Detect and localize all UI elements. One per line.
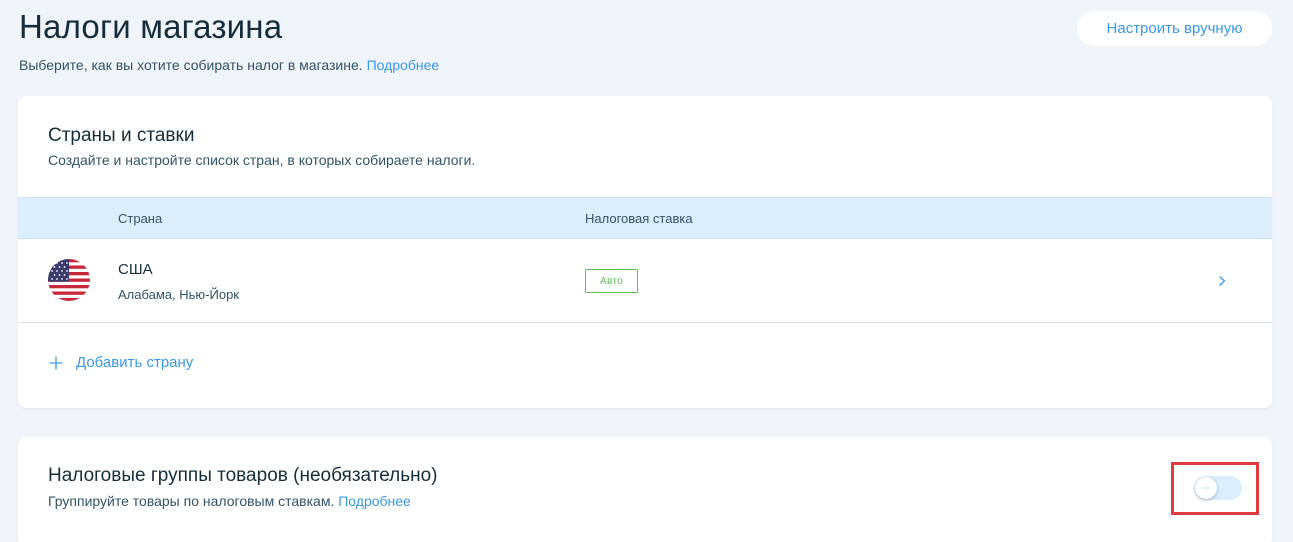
page-title: Налоги магазина — [19, 8, 283, 45]
tax-rate-badge: Авто — [585, 269, 638, 293]
knob-line — [1202, 487, 1210, 489]
column-header-country: Страна — [118, 211, 163, 226]
add-country-label: Добавить страну — [76, 354, 194, 371]
chevron-right-icon[interactable] — [1216, 271, 1230, 291]
table-row[interactable]: США Алабама, Нью-Йорк Авто — [18, 239, 1272, 323]
plus-icon — [49, 356, 63, 370]
card-description: Группируйте товары по налоговым ставкам.… — [48, 493, 411, 509]
manual-setup-button[interactable]: Настроить вручную — [1077, 11, 1272, 46]
table-header: Страна Налоговая ставка — [18, 197, 1272, 239]
card-title: Страны и ставки — [48, 125, 195, 146]
tax-groups-toggle[interactable] — [1194, 476, 1242, 500]
toggle-knob — [1195, 477, 1217, 499]
add-country-button[interactable]: Добавить страну — [49, 354, 193, 371]
learn-more-link[interactable]: Подробнее — [367, 57, 440, 73]
country-name: США — [118, 261, 153, 278]
product-tax-groups-card: Налоговые группы товаров (необязательно)… — [18, 437, 1272, 542]
card-description-text: Группируйте товары по налоговым ставкам. — [48, 493, 335, 509]
countries-rates-card: Страны и ставки Создайте и настройте спи… — [18, 96, 1272, 408]
card-title: Налоговые группы товаров (необязательно) — [48, 465, 438, 486]
us-flag-icon — [48, 259, 90, 301]
learn-more-link[interactable]: Подробнее — [338, 493, 411, 509]
card-description: Создайте и настройте список стран, в кот… — [48, 152, 476, 168]
page-subtitle: Выберите, как вы хотите собирать налог в… — [19, 57, 439, 73]
page-subtitle-text: Выберите, как вы хотите собирать налог в… — [19, 57, 363, 73]
country-regions: Алабама, Нью-Йорк — [118, 287, 239, 302]
column-header-tax-rate: Налоговая ставка — [585, 211, 693, 226]
